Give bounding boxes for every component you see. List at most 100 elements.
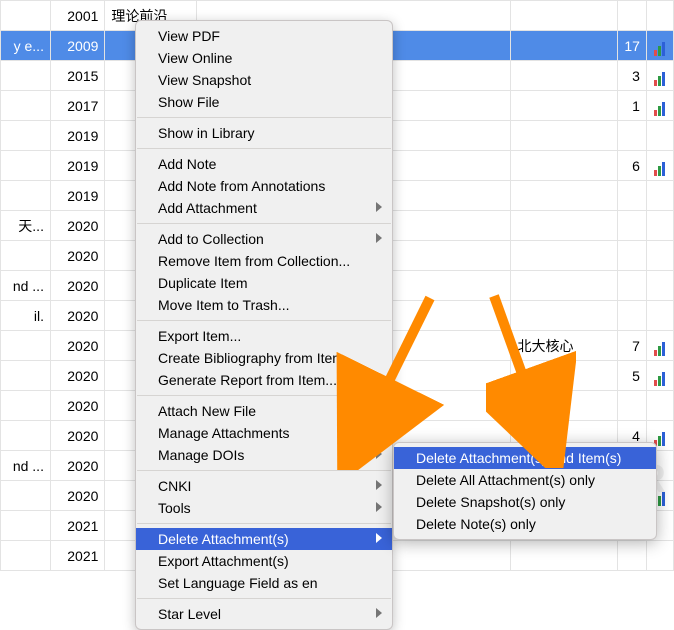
creator-cell [1,391,51,421]
menu-item[interactable]: Show File [136,91,392,113]
menu-item[interactable]: Move Item to Trash... [136,294,392,316]
menu-item[interactable]: Add Note [136,153,392,175]
count-cell: 7 [618,331,647,361]
tags-cell [511,91,618,121]
menu-item[interactable]: Add Attachment [136,197,392,219]
menu-item[interactable]: Attach New File [136,400,392,422]
year-cell: 2009 [50,31,104,61]
chevron-right-icon [376,202,382,212]
menu-item[interactable]: Export Attachment(s) [136,550,392,572]
chevron-right-icon [376,233,382,243]
creator-cell: il. [1,301,51,331]
count-cell [618,301,647,331]
tags-cell [511,61,618,91]
year-cell: 2020 [50,301,104,331]
menu-item[interactable]: Star Level [136,603,392,625]
menu-item-label: Add Note [158,156,216,172]
creator-cell: y e... [1,31,51,61]
tags-cell [511,271,618,301]
chart-icon-cell [646,181,673,211]
tags-cell [511,391,618,421]
menu-item-label: View PDF [158,28,220,44]
menu-separator [137,395,391,396]
menu-item-label: Star Level [158,606,221,622]
creator-cell [1,361,51,391]
count-cell [618,541,647,571]
chart-icon-cell [646,301,673,331]
menu-item[interactable]: Add Note from Annotations [136,175,392,197]
menu-separator [137,148,391,149]
menu-item-label: Add Note from Annotations [158,178,325,194]
chevron-right-icon [376,480,382,490]
menu-separator [137,320,391,321]
menu-item[interactable]: Set Language Field as en [136,572,392,594]
submenu-item[interactable]: Delete Snapshot(s) only [394,491,656,513]
menu-item[interactable]: Tools [136,497,392,519]
menu-item-label: Add Attachment [158,200,257,216]
chevron-right-icon [376,449,382,459]
creator-cell: nd ... [1,451,51,481]
menu-item-label: Export Attachment(s) [158,553,289,569]
year-cell: 2020 [50,391,104,421]
menu-item[interactable]: Duplicate Item [136,272,392,294]
creator-cell [1,61,51,91]
menu-item-label: CNKI [158,478,191,494]
menu-item[interactable]: Create Bibliography from Item... [136,347,392,369]
year-cell: 2001 [50,1,104,31]
submenu-item[interactable]: Delete Note(s) only [394,513,656,535]
menu-item-label: Manage DOIs [158,447,244,463]
count-cell: 3 [618,61,647,91]
menu-item-label: View Snapshot [158,72,251,88]
tags-cell [511,211,618,241]
tags-cell [511,541,618,571]
menu-item[interactable]: View Online [136,47,392,69]
menu-item[interactable]: View Snapshot [136,69,392,91]
bar-chart-icon [653,70,667,84]
menu-item[interactable]: Export Item... [136,325,392,347]
menu-separator [137,117,391,118]
context-submenu: Delete Attachment(s) and Item(s) Delete A… [393,442,657,540]
year-cell: 2019 [50,121,104,151]
year-cell: 2019 [50,181,104,211]
menu-item-label: Duplicate Item [158,275,247,291]
context-menu: View PDF View Online View Snapshot Show Fil… [135,20,393,630]
tags-cell [511,301,618,331]
chart-icon-cell [646,331,673,361]
menu-item[interactable]: Manage Attachments [136,422,392,444]
creator-cell [1,91,51,121]
menu-item[interactable]: Remove Item from Collection... [136,250,392,272]
submenu-item[interactable]: Delete All Attachment(s) only [394,469,656,491]
menu-item-label: View Online [158,50,232,66]
year-cell: 2021 [50,541,104,571]
bar-chart-icon [653,430,667,444]
creator-cell [1,541,51,571]
count-cell [618,271,647,301]
submenu-item[interactable]: Delete Attachment(s) and Item(s) [394,447,656,469]
menu-item[interactable]: Show in Library [136,122,392,144]
menu-item-label: Show File [158,94,219,110]
menu-item[interactable]: Manage DOIs [136,444,392,466]
year-cell: 2020 [50,481,104,511]
menu-separator [137,470,391,471]
tags-cell [511,241,618,271]
menu-item-label: Remove Item from Collection... [158,253,350,269]
tags-cell [511,181,618,211]
menu-item[interactable]: Generate Report from Item... [136,369,392,391]
tags-cell [511,151,618,181]
chart-icon-cell [646,361,673,391]
count-cell [618,241,647,271]
menu-item[interactable]: Delete Attachment(s) [136,528,392,550]
creator-cell [1,331,51,361]
chart-icon-cell [646,271,673,301]
menu-item[interactable]: CNKI [136,475,392,497]
menu-item-label: Export Item... [158,328,241,344]
count-cell: 6 [618,151,647,181]
bar-chart-icon [653,40,667,54]
chart-icon-cell [646,541,673,571]
year-cell: 2020 [50,451,104,481]
menu-item[interactable]: View PDF [136,25,392,47]
creator-cell [1,151,51,181]
submenu-item-label: Delete Attachment(s) and Item(s) [416,450,621,466]
menu-item[interactable]: Add to Collection [136,228,392,250]
creator-cell [1,511,51,541]
